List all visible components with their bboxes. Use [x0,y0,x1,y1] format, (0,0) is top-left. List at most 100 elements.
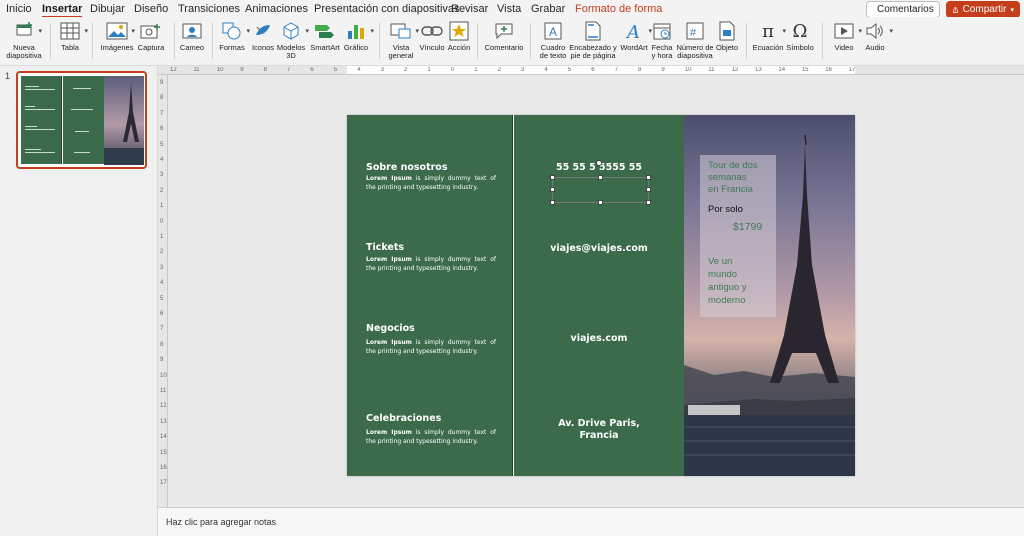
tab-animaciones[interactable]: Animaciones [245,3,308,15]
address-line-1[interactable]: Av. Drive Paris, [514,418,684,430]
slide-number-label: Número de diapositiva [676,43,714,60]
new-slide-icon: ▾ [13,20,42,42]
table-button[interactable]: ▾ Tabla [56,20,88,52]
promo-price: $1799 [733,221,763,233]
comment-button[interactable]: Comentario [484,20,524,52]
slide[interactable]: Sobre nosotros Lorem Ipsum is simply dum… [347,115,855,476]
tab-diseno[interactable]: Diseño [134,3,168,15]
brochure-panel-contact: 55 55 5 5555 55 viajes@viajes.com viajes… [514,115,684,476]
video-button[interactable]: ▾ Video [830,20,862,52]
tab-inicio[interactable]: Inicio [6,3,32,15]
textbox-icon: A [542,20,564,42]
thumb-text-line [25,106,35,107]
ribbon-separator [92,23,93,59]
capture-button[interactable]: Captura [136,20,166,52]
resize-handle[interactable] [646,175,651,180]
ruler-tick-label: 13 [160,418,167,425]
header-footer-label: Encabezado y pie de página [569,43,617,60]
resize-handle[interactable] [550,175,555,180]
ruler-tick-label: 14 [160,434,167,441]
tab-insertar[interactable]: Insertar [42,3,83,18]
section-title[interactable]: Negocios [366,323,415,334]
header-footer-button[interactable]: Encabezado y pie de página [569,20,617,60]
address-line-2[interactable]: Francia [514,430,684,442]
object-button[interactable]: Objeto [714,20,740,52]
textbox-button[interactable]: A Cuadro de texto [537,20,569,60]
tab-revisar[interactable]: Revisar [451,3,488,15]
ruler-tick-label: 9 [661,67,665,73]
ruler-tick-label: 16 [825,67,832,73]
shapes-button[interactable]: ▾ Formas [218,20,250,52]
audio-button[interactable]: ▾ Audio [862,20,893,52]
resize-handle[interactable] [646,187,651,192]
paris-photo[interactable]: Tour de dos semanas en Francia Por solo … [684,115,855,476]
date-time-button[interactable]: Fecha y hora [650,20,674,60]
ruler-tick-label: 0 [450,67,455,73]
ruler-tick-label: 5 [333,67,338,73]
cameo-button[interactable]: Cameo [178,20,206,52]
action-button[interactable]: Acción [447,20,471,52]
tab-presentacion[interactable]: Presentación con diapositivas [314,3,460,15]
resize-handle[interactable] [598,200,603,205]
new-slide-button[interactable]: ▾ Nueva diapositiva [4,20,44,60]
selected-textbox[interactable] [550,175,651,205]
section-body[interactable]: Lorem Ipsum is simply dummy text of the … [366,256,496,273]
svg-text:A: A [625,22,640,41]
smartart-button[interactable]: SmartArt [309,20,341,52]
section-body[interactable]: Lorem Ipsum is simply dummy text of the … [366,175,496,192]
ruler-tick-label: 6 [160,311,164,317]
section-title[interactable]: Sobre nosotros [366,162,447,173]
resize-handle[interactable] [646,200,651,205]
tab-grabar[interactable]: Grabar [531,3,565,15]
tab-dibujar[interactable]: Dibujar [90,3,125,15]
cameo-icon [181,20,203,42]
share-button[interactable]: Compartir ▾ [946,1,1020,18]
equation-button[interactable]: π ▾ Ecuación [752,20,786,52]
tab-transiciones[interactable]: Transiciones [178,3,240,15]
section-title[interactable]: Tickets [366,242,404,253]
resize-handle[interactable] [550,200,555,205]
slide-number-button[interactable]: # Número de diapositiva [676,20,714,60]
object-label: Objeto [715,43,739,52]
ruler-tick-label: 4 [160,280,164,287]
ruler-tick-label: 15 [160,449,167,456]
vertical-ruler[interactable] [158,75,168,507]
capture-label: Captura [137,43,165,52]
icons-button[interactable]: Iconos [250,20,276,52]
tab-vista[interactable]: Vista [497,3,521,15]
section-body[interactable]: Lorem Ipsum is simply dummy text of the … [366,429,496,446]
notes-pane[interactable]: Haz clic para agregar notas [158,507,1024,536]
ruler-tick-label: 4 [160,157,164,163]
ruler-tick-label: 5 [567,67,572,73]
horizontal-ruler-margin [158,66,347,75]
resize-handle[interactable] [550,187,555,192]
ruler-tick-label: 4 [357,67,361,73]
chart-button[interactable]: ▾ Gráfico [342,20,374,52]
thumb-text-line [74,152,90,153]
tab-formato-de-forma[interactable]: Formato de forma [575,3,662,15]
promo-tag-line-2: mundo [708,269,738,280]
section-body[interactable]: Lorem Ipsum is simply dummy text of the … [366,339,496,356]
thumb-panel-3 [104,76,144,165]
email-text[interactable]: viajes@viajes.com [514,243,684,255]
wordart-label: WordArt [620,43,648,52]
3d-models-button[interactable]: ▾ Modelos 3D [277,20,309,60]
ruler-tick-label: 8 [638,67,642,73]
symbol-button[interactable]: Ω Símbolo [786,20,814,52]
share-label: Compartir [962,4,1007,15]
zoom-button[interactable]: ▾ Vista general [385,20,419,60]
notes-placeholder[interactable]: Haz clic para agregar notas [166,517,276,527]
horizontal-ruler-margin [855,66,1024,75]
ruler-tick-label: 10 [684,67,692,73]
comments-button[interactable]: Comentarios [866,1,940,18]
table-icon: ▾ [59,20,88,42]
resize-handle[interactable] [598,175,603,180]
rotate-handle[interactable] [596,160,602,166]
link-button[interactable]: Vínculo [419,20,445,52]
images-button[interactable]: ▾ Imágenes [100,20,135,52]
thumb-panel-2 [63,76,104,164]
section-title[interactable]: Celebraciones [366,413,441,424]
website-text[interactable]: viajes.com [514,333,684,345]
slide-thumbnail[interactable] [16,71,147,169]
wordart-button[interactable]: A ▾ WordArt [619,20,652,52]
